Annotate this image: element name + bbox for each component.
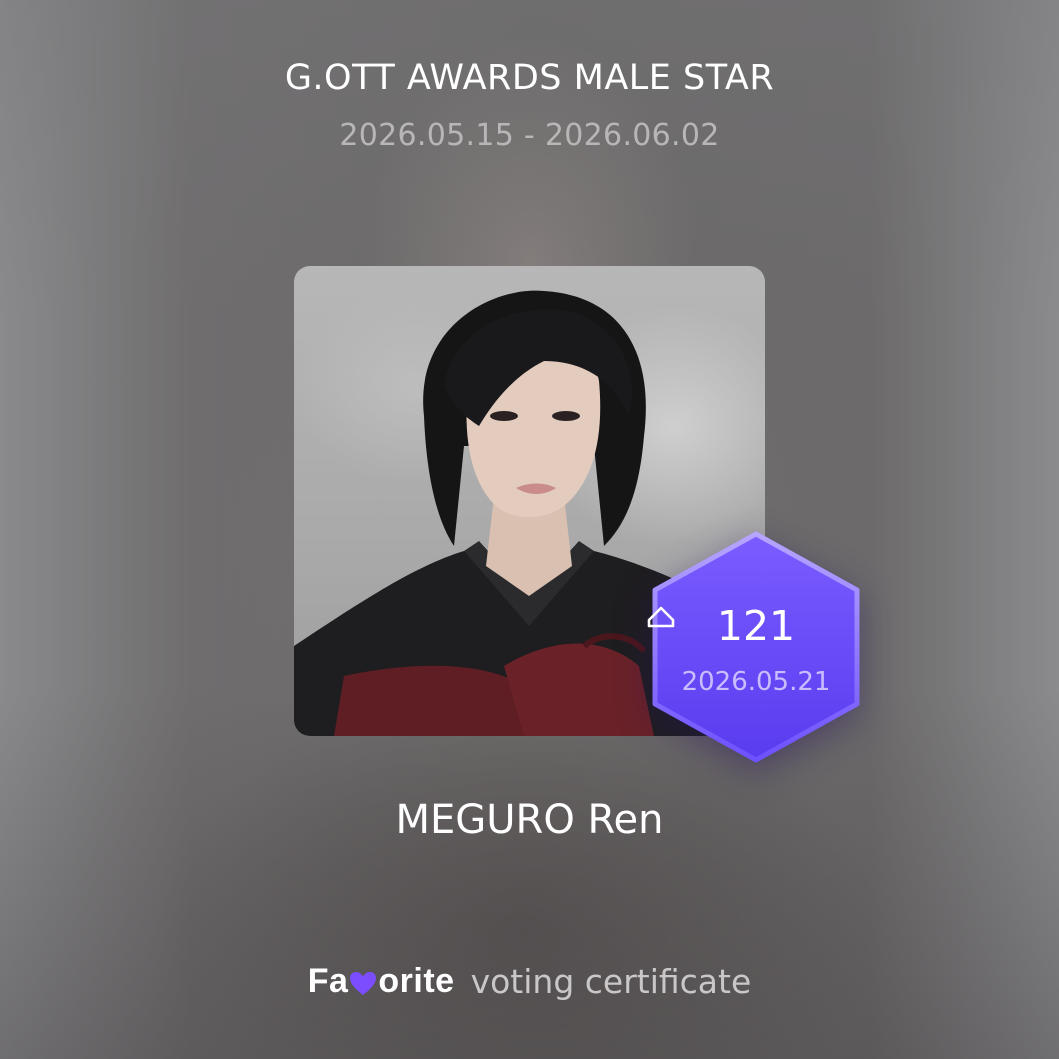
candidate-name: MEGURO Ren — [395, 797, 664, 843]
heart-icon — [350, 971, 377, 995]
vote-ticket-icon — [647, 606, 675, 628]
vote-date: 2026.05.21 — [681, 667, 831, 697]
event-title: G.OTT AWARDS MALE STAR — [284, 58, 775, 98]
vote-count-value: 121 — [716, 602, 796, 650]
event-dates: 2026.05.15 - 2026.06.02 — [339, 118, 720, 153]
logo-prefix: Fa — [307, 962, 349, 1000]
footer: Fa orite voting certificate — [0, 962, 1059, 1001]
certificate-label: voting certificate — [470, 962, 752, 1001]
logo-suffix: orite — [378, 962, 455, 1000]
vote-badge: 121 2026.05.21 — [646, 530, 866, 764]
favorite-logo: Fa orite — [308, 962, 455, 1001]
vote-count: 121 — [646, 602, 866, 650]
